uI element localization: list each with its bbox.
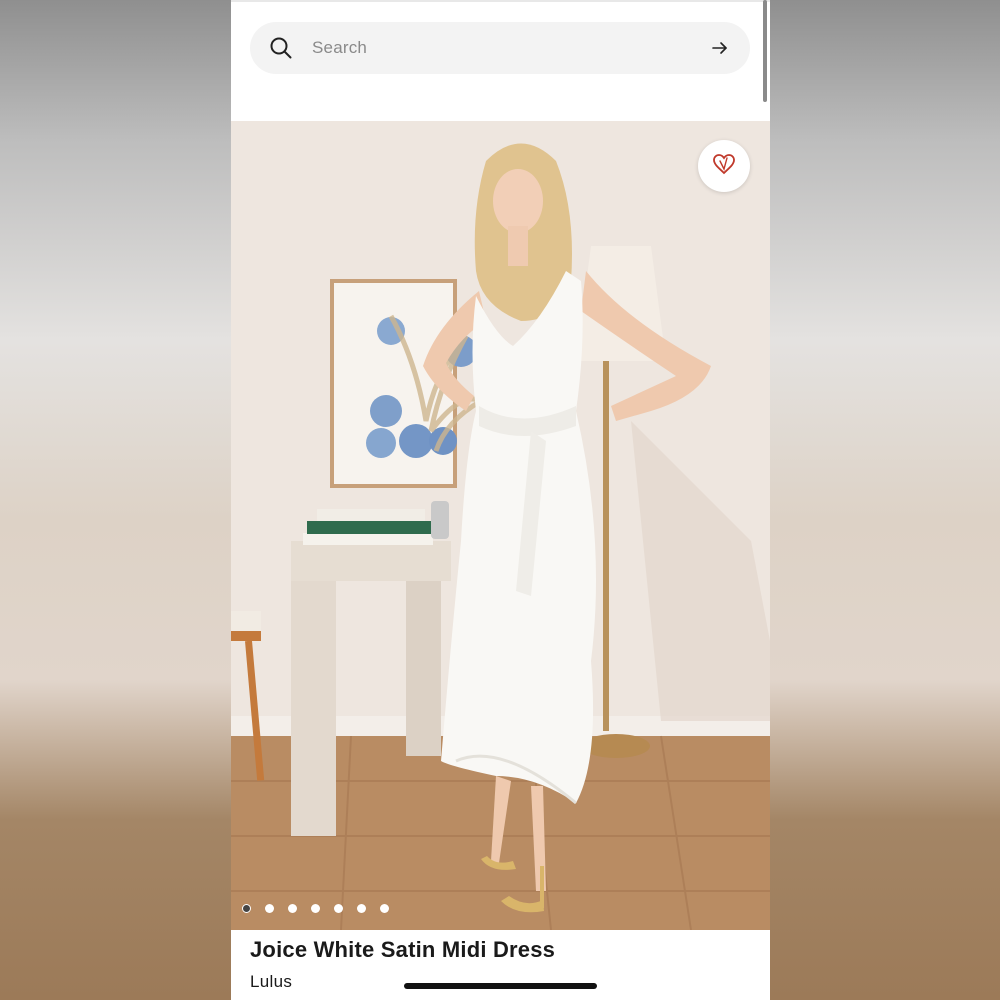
carousel-dot-3[interactable] bbox=[288, 904, 297, 913]
product-image[interactable] bbox=[231, 121, 770, 930]
favorite-button[interactable] bbox=[698, 140, 750, 192]
carousel-dot-5[interactable] bbox=[334, 904, 343, 913]
product-photo bbox=[231, 121, 770, 930]
search-icon bbox=[270, 37, 292, 59]
carousel-dot-6[interactable] bbox=[357, 904, 366, 913]
carousel-dot-1[interactable] bbox=[242, 904, 251, 913]
carousel-dot-4[interactable] bbox=[311, 904, 320, 913]
search-input[interactable]: Search bbox=[312, 38, 710, 58]
carousel-dot-2[interactable] bbox=[265, 904, 274, 913]
product-title[interactable]: Joice White Satin Midi Dress bbox=[250, 937, 555, 963]
app-screen: Search Joice White Satin Midi Dress Lulu… bbox=[231, 0, 770, 1000]
heart-icon bbox=[712, 152, 736, 181]
arrow-right-icon[interactable] bbox=[710, 38, 730, 58]
brand-name[interactable]: Lulus bbox=[250, 972, 292, 992]
search-bar[interactable]: Search bbox=[250, 22, 750, 74]
scroll-indicator[interactable] bbox=[763, 0, 767, 102]
home-indicator[interactable] bbox=[404, 983, 597, 989]
image-carousel-dots bbox=[242, 904, 389, 913]
top-divider bbox=[231, 0, 770, 2]
carousel-dot-7[interactable] bbox=[380, 904, 389, 913]
